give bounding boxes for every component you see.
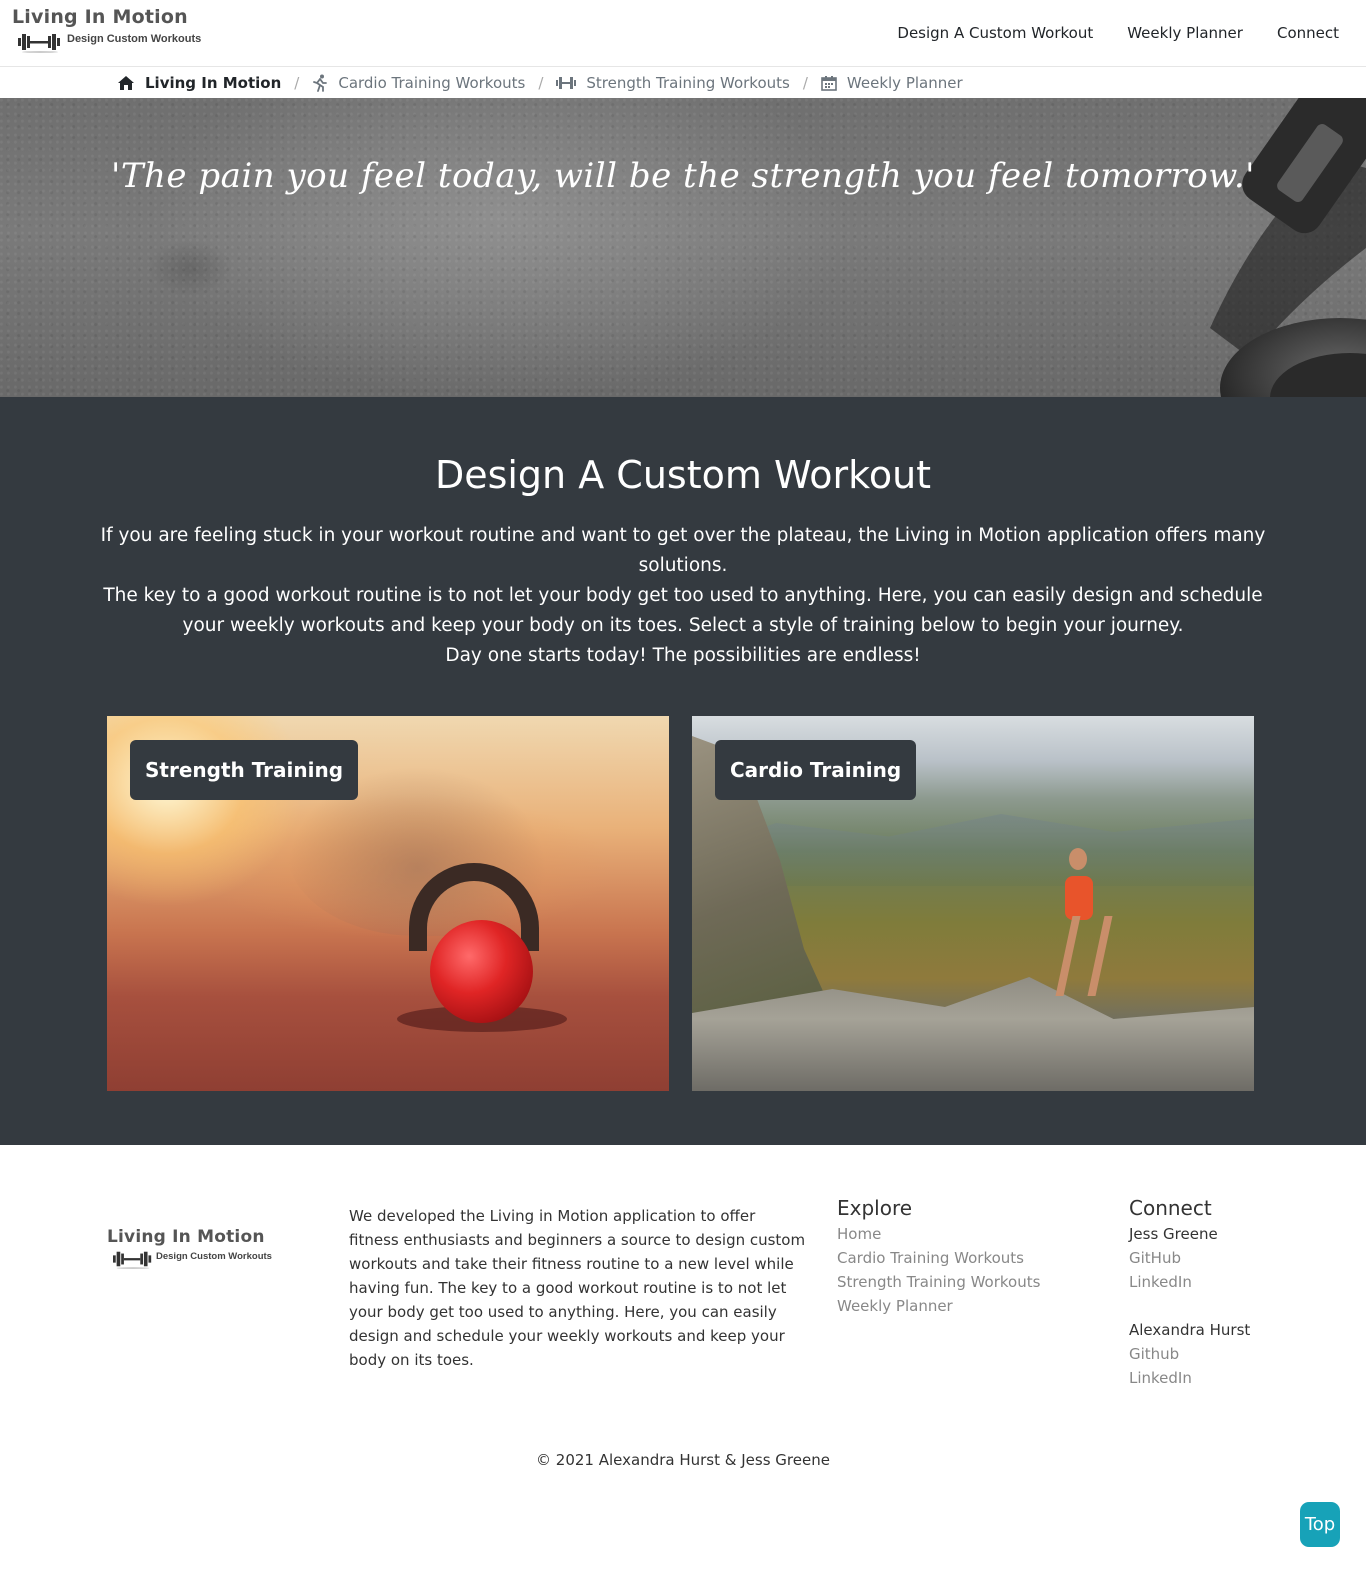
brand-title: Living In Motion — [12, 6, 188, 28]
breadcrumb-cardio-label: Cardio Training Workouts — [338, 73, 526, 92]
breadcrumb-separator: / — [802, 73, 808, 92]
runner-head — [1069, 848, 1087, 870]
home-icon — [118, 75, 134, 90]
hero-banner: 'The pain you feel today, will be the st… — [0, 98, 1366, 397]
runner-image — [1065, 876, 1093, 920]
footer-about-text: We developed the Living in Motion applic… — [349, 1207, 806, 1369]
nav-link-design-workout[interactable]: Design A Custom Workout — [897, 24, 1093, 42]
runner-legs — [1055, 916, 1113, 996]
breadcrumb-home-label: Living In Motion — [145, 73, 282, 92]
strength-training-label[interactable]: Strength Training — [130, 740, 359, 800]
footer-logo[interactable]: Living In Motion Design Custom Workouts — [107, 1227, 287, 1277]
footer-brand-title: Living In Motion — [107, 1227, 265, 1247]
breadcrumb-cardio[interactable]: Cardio Training Workouts — [312, 74, 525, 92]
back-to-top-button[interactable]: Top — [1300, 1502, 1340, 1547]
running-icon — [313, 74, 328, 92]
copyright-text: © 2021 Alexandra Hurst & Jess Greene — [536, 1451, 830, 1469]
hero-quote: 'The pain you feel today, will be the st… — [111, 156, 1255, 196]
navbar: Living In Motion Design Custom Workouts … — [0, 0, 1366, 67]
design-workout-section: Design A Custom Workout If you are feeli… — [0, 397, 1366, 1145]
github-link[interactable]: GitHub — [1129, 1246, 1250, 1270]
intro-line-1: If you are feeling stuck in your workout… — [100, 525, 1266, 576]
footer-link-home[interactable]: Home — [837, 1222, 1040, 1246]
dumbbell-icon — [556, 76, 577, 89]
dumbbell-photo-icon — [1210, 98, 1366, 397]
dumbbell-logo-icon — [113, 1251, 152, 1269]
breadcrumb-separator: / — [294, 73, 300, 92]
intro-line-2: The key to a good workout routine is to … — [103, 585, 1263, 636]
kettlebell-image — [430, 920, 533, 1023]
footer-link-cardio[interactable]: Cardio Training Workouts — [837, 1246, 1040, 1270]
footer-link-weekly-planner[interactable]: Weekly Planner — [837, 1294, 1040, 1318]
footer-explore-heading: Explore — [837, 1196, 913, 1220]
breadcrumb-strength[interactable]: Strength Training Workouts — [556, 73, 790, 92]
calendar-icon — [821, 75, 837, 91]
footer-explore: Explore Home Cardio Training Workouts St… — [837, 1196, 1040, 1318]
footer-connect-heading: Connect — [1129, 1196, 1212, 1220]
brand-logo[interactable]: Living In Motion Design Custom Workouts — [12, 6, 212, 56]
breadcrumb-home[interactable]: Living In Motion — [117, 74, 281, 92]
breadcrumb-separator: / — [538, 73, 544, 92]
footer-brand-subtitle: Design Custom Workouts — [156, 1251, 272, 1262]
brand-subtitle: Design Custom Workouts — [67, 33, 202, 45]
dumbbell-logo-icon — [18, 34, 60, 53]
linkedin-link[interactable]: LinkedIn — [1129, 1366, 1250, 1390]
breadcrumb-strength-label: Strength Training Workouts — [586, 73, 790, 92]
intro-line-3: Day one starts today! The possibilities … — [445, 645, 921, 666]
breadcrumb: Living In Motion / Cardio Training Worko… — [0, 67, 1366, 98]
strength-training-card[interactable]: Strength Training — [107, 716, 669, 1091]
section-title: Design A Custom Workout — [434, 453, 932, 497]
linkedin-link[interactable]: LinkedIn — [1129, 1270, 1250, 1294]
footer: Living In Motion Design Custom Workouts … — [0, 1145, 1366, 1576]
contributor-name: Jess Greene — [1129, 1225, 1218, 1243]
github-link[interactable]: Github — [1129, 1342, 1250, 1366]
contributor-name: Alexandra Hurst — [1129, 1321, 1251, 1339]
section-intro: If you are feeling stuck in your workout… — [100, 521, 1266, 671]
footer-link-strength[interactable]: Strength Training Workouts — [837, 1270, 1040, 1294]
breadcrumb-weekly-planner-label: Weekly Planner — [846, 73, 963, 92]
footer-connect: Connect Jess Greene GitHub LinkedIn Alex… — [1129, 1196, 1250, 1390]
cardio-training-card[interactable]: Cardio Training — [692, 716, 1254, 1091]
cardio-training-label[interactable]: Cardio Training — [715, 740, 917, 800]
main-nav: Design A Custom Workout Weekly Planner C… — [897, 0, 1366, 66]
nav-link-weekly-planner[interactable]: Weekly Planner — [1127, 24, 1243, 42]
breadcrumb-weekly-planner[interactable]: Weekly Planner — [821, 74, 963, 92]
nav-link-connect[interactable]: Connect — [1277, 24, 1339, 42]
